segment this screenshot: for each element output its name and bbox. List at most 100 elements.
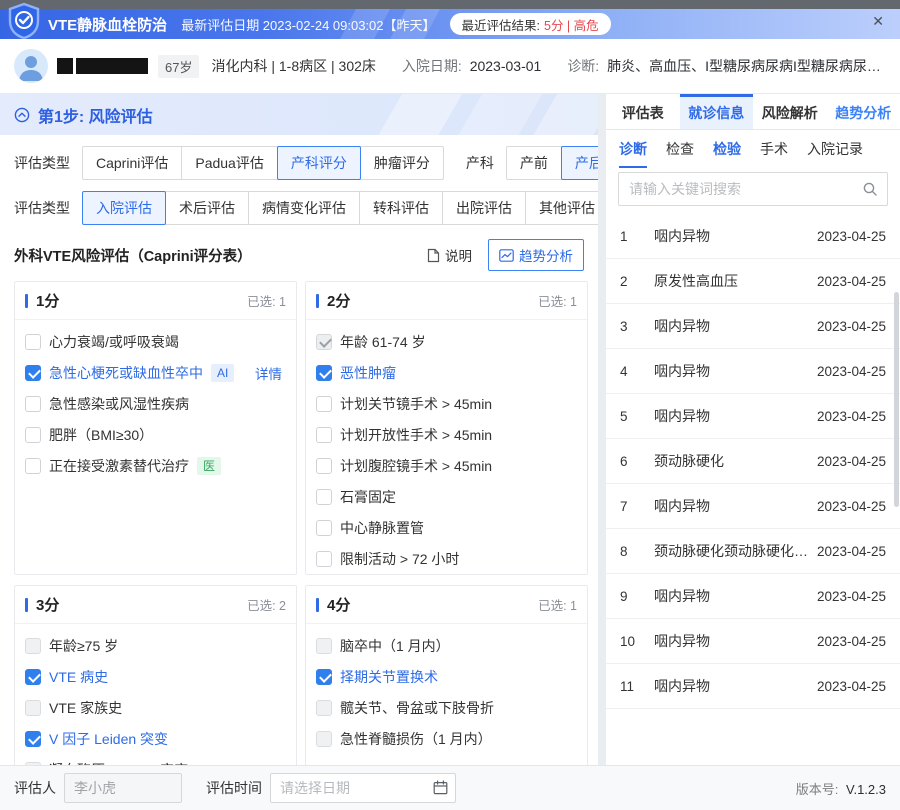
detail-link[interactable]: 详情 (255, 363, 286, 383)
info-tab-2[interactable]: 就诊信息 (680, 94, 754, 129)
help-button[interactable]: 说明 (427, 245, 472, 265)
record-row[interactable]: 11咽内异物2023-04-25 (606, 664, 900, 709)
obstetric-button-2[interactable]: 产后 (561, 146, 598, 180)
record-row[interactable]: 3咽内异物2023-04-25 (606, 304, 900, 349)
record-row[interactable]: 2原发性高血压2023-04-25 (606, 259, 900, 304)
record-subtab-4[interactable]: 手术 (760, 130, 788, 168)
record-row[interactable]: 4咽内异物2023-04-25 (606, 349, 900, 394)
checkbox[interactable] (25, 731, 41, 747)
assessor-label: 评估人 (14, 778, 56, 798)
diagnosis: 诊断: 肺炎、高血压、I型糖尿病尿病I型糖尿病尿病I型糖尿病尿病... (567, 56, 886, 76)
panel-divider (598, 94, 606, 765)
version-info: 版本号: V.1.2.3 (796, 779, 886, 798)
risk-factor-item: 石膏固定 (306, 481, 587, 512)
selected-count: 已选: 1 (538, 291, 577, 310)
timing-button-2[interactable]: 术后评估 (165, 191, 249, 225)
risk-factor-label: 计划腹腔镜手术 > 45min (340, 456, 492, 476)
record-subtab-3[interactable]: 检验 (713, 130, 741, 168)
scale-type-group: Caprini评估Padua评估产科评分肿瘤评分 (82, 146, 444, 180)
step-header-stripe (378, 94, 462, 135)
record-row[interactable]: 8颈动脉硬化颈动脉硬化颈...2023-04-25 (606, 529, 900, 574)
risk-factor-item: 恶性肿瘤 (306, 357, 587, 388)
checkbox-list: 心力衰竭/或呼吸衰竭急性心梗死或缺血性卒中AI详情急性感染或风湿性疾病肥胖（BM… (15, 320, 296, 481)
checkbox (316, 334, 332, 350)
info-tab-4[interactable]: 趋势分析 (827, 94, 900, 129)
calendar-icon[interactable] (433, 780, 448, 795)
scale-type-button-2[interactable]: Padua评估 (181, 146, 277, 180)
search-input[interactable] (618, 172, 888, 206)
date-input[interactable] (270, 773, 456, 803)
checkbox[interactable] (316, 365, 332, 381)
section-accent-bar (316, 294, 319, 308)
record-index: 9 (620, 589, 648, 604)
record-row[interactable]: 1咽内异物2023-04-25 (606, 214, 900, 259)
checkbox[interactable] (316, 396, 332, 412)
document-icon (427, 248, 440, 263)
record-row[interactable]: 9咽内异物2023-04-25 (606, 574, 900, 619)
score-value-label: 2分 (327, 290, 538, 311)
record-index: 3 (620, 319, 648, 334)
risk-factor-item: V 因子 Leiden 突变 (15, 723, 296, 754)
record-index: 7 (620, 499, 648, 514)
info-tab-3[interactable]: 风险解析 (753, 94, 827, 129)
form-title: 外科VTE风险评估（Caprini评分表） (14, 245, 427, 266)
window-top-edge (0, 0, 900, 9)
risk-factor-label: 择期关节置换术 (340, 667, 438, 687)
scrollbar-thumb[interactable] (894, 292, 899, 507)
checkbox[interactable] (25, 334, 41, 350)
checkbox[interactable] (25, 396, 41, 412)
record-index: 6 (620, 454, 648, 469)
step-header-stripe (458, 94, 542, 135)
record-index: 2 (620, 274, 648, 289)
timing-button-5[interactable]: 出院评估 (442, 191, 526, 225)
record-name: 咽内异物 (654, 316, 809, 336)
checkbox[interactable] (25, 458, 41, 474)
timing-button-3[interactable]: 病情变化评估 (248, 191, 360, 225)
timing-button-4[interactable]: 转科评估 (359, 191, 443, 225)
checkbox[interactable] (316, 458, 332, 474)
info-panel: 评估表就诊信息风险解析趋势分析 诊断检查检验手术入院记录 1 咽内异物 2023-0… (606, 94, 900, 765)
trend-analysis-button[interactable]: 趋势分析 (488, 239, 584, 271)
checkbox[interactable] (25, 669, 41, 685)
shield-check-icon (6, 2, 42, 40)
record-row[interactable]: 7咽内异物2023-04-25 (606, 484, 900, 529)
record-date: 2023-04-25 (817, 499, 886, 514)
checkbox[interactable] (316, 669, 332, 685)
record-subtab-2[interactable]: 检查 (666, 130, 694, 168)
checkbox[interactable] (316, 520, 332, 536)
record-index: 1 (620, 229, 648, 244)
record-subtab-5[interactable]: 入院记录 (807, 130, 863, 168)
obstetric-button-1[interactable]: 产前 (506, 146, 562, 180)
obstetric-group: 产前产后 (506, 146, 598, 180)
risk-factor-label: 急性心梗死或缺血性卒中 (49, 363, 203, 383)
record-row[interactable]: 10咽内异物2023-04-25 (606, 619, 900, 664)
collapse-circle-icon[interactable] (14, 107, 30, 123)
scale-type-button-4[interactable]: 肿瘤评分 (360, 146, 444, 180)
doctor-badge: 医 (197, 457, 221, 475)
app-title: VTE静脉血栓防治 (48, 14, 167, 35)
checkbox[interactable] (316, 427, 332, 443)
record-name: 咽内异物 (654, 361, 809, 381)
timing-button-6[interactable]: 其他评估 (525, 191, 598, 225)
close-icon[interactable]: ✕ (872, 13, 884, 30)
vte-dialog: VTE静脉血栓防治 最新评估日期 2023-02-24 09:03:02【昨天】… (0, 0, 900, 810)
checkbox[interactable] (25, 365, 41, 381)
risk-factor-item: 急性心梗死或缺血性卒中AI详情 (15, 357, 296, 388)
timing-button-1[interactable]: 入院评估 (82, 191, 166, 225)
checkbox[interactable] (316, 489, 332, 505)
scale-type-button-1[interactable]: Caprini评估 (82, 146, 182, 180)
search-icon[interactable] (862, 181, 878, 197)
record-name: 咽内异物 (654, 226, 809, 246)
record-row[interactable]: 5咽内异物2023-04-25 (606, 394, 900, 439)
record-row[interactable]: 6颈动脉硬化2023-04-25 (606, 439, 900, 484)
checkbox[interactable] (316, 551, 332, 567)
assessor-input[interactable] (64, 773, 182, 803)
info-tab-1[interactable]: 评估表 (606, 94, 680, 129)
record-subtab-1[interactable]: 诊断 (619, 130, 647, 168)
risk-factor-item: 限制活动 > 72 小时 (306, 543, 587, 574)
scale-type-button-3[interactable]: 产科评分 (277, 146, 361, 180)
record-index: 4 (620, 364, 648, 379)
keyword-search (618, 172, 888, 206)
checkbox[interactable] (25, 427, 41, 443)
trend-analysis-label: 趋势分析 (519, 245, 573, 265)
